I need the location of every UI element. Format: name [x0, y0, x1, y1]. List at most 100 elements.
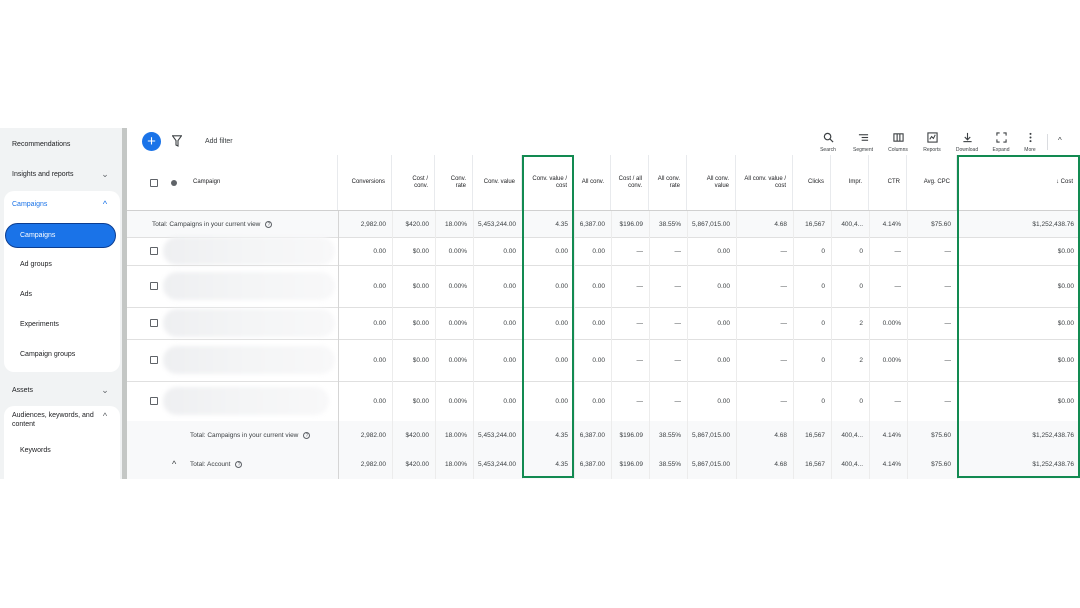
campaign-name-cell: Total: Campaigns in your current view? [127, 421, 338, 449]
help-icon[interactable]: ? [235, 460, 243, 468]
cell-avg-cpc: — [944, 319, 952, 327]
cell-all-conv-rate: 38.55% [658, 431, 681, 439]
column-header-all-conv-value-per-cost[interactable]: All conv. value / cost [736, 155, 793, 210]
cell-cost-per-conv: $420.00 [405, 460, 430, 468]
more-tool-button[interactable]: More [1012, 132, 1048, 153]
cell-conv-value-per-cost: 0.00 [555, 247, 568, 255]
help-icon[interactable]: ? [265, 220, 273, 228]
cell-conv-value-per-cost: 0.00 [555, 356, 568, 364]
cell-cost: $1,252,438.76 [1032, 431, 1074, 439]
sidebar-item-insights[interactable]: Insights and reports ⌄ [0, 168, 122, 180]
campaign-name-cell[interactable] [127, 381, 338, 421]
cell-ctr: 4.14% [882, 220, 901, 228]
column-header-ctr[interactable]: CTR [869, 155, 907, 210]
chevron-up-icon[interactable]: ^ [172, 459, 176, 469]
cell-conversions: 2,982.00 [360, 220, 386, 228]
cell-conversions: 2,982.00 [360, 431, 386, 439]
column-header-campaign[interactable]: Campaign [127, 155, 338, 210]
sidebar-subitem-keywords[interactable]: Keywords [20, 447, 51, 454]
redacted-campaign-name [163, 309, 335, 337]
column-header-label: Cost / all conv. [618, 175, 642, 189]
total-row: Total: Campaigns in your current view? 2,… [127, 211, 1080, 237]
sidebar-subitem-ads[interactable]: Ads [20, 291, 32, 298]
cell-all-conv-value-per-cost: 4.68 [774, 220, 787, 228]
sidebar-item-recommendations[interactable]: Recommendations [0, 138, 122, 150]
cell-cost: $0.00 [1057, 247, 1074, 255]
column-header-all-conv[interactable]: All conv. [574, 155, 611, 210]
chevron-down-icon: ⌄ [101, 384, 109, 395]
campaign-name-cell[interactable] [127, 339, 338, 381]
table-row[interactable]: 0.00 $0.00 0.00% 0.00 0.00 0.00 — — 0.00 — 0 2 0.00%… [127, 339, 1080, 381]
search-tool-button[interactable]: Search [810, 132, 846, 153]
cell-conv-rate: 0.00% [448, 247, 467, 255]
row-checkbox[interactable] [150, 247, 158, 255]
cell-all-conv-value: 0.00 [717, 397, 730, 405]
cell-conv-value-per-cost: 0.00 [555, 319, 568, 327]
table-row[interactable]: 0.00 $0.00 0.00% 0.00 0.00 0.00 — — 0.00 — 0 0 — — $0.… [127, 265, 1080, 307]
tool-label: More [1024, 147, 1036, 153]
table-row[interactable]: 0.00 $0.00 0.00% 0.00 0.00 0.00 — — 0.00 — 0 2 0.00%… [127, 307, 1080, 339]
cell-all-conv-rate: 38.55% [658, 220, 681, 228]
cell-cost-per-all-conv: $196.09 [619, 460, 644, 468]
table-row[interactable]: 0.00 $0.00 0.00% 0.00 0.00 0.00 — — 0.00 — 0 0 — — $0.… [127, 381, 1080, 421]
help-icon[interactable]: ? [303, 431, 311, 439]
row-checkbox[interactable] [150, 397, 158, 405]
campaign-name-cell[interactable] [127, 265, 338, 307]
sidebar-subitem-campaigns[interactable]: Campaigns [5, 223, 116, 248]
reports-icon [926, 132, 938, 143]
column-header-conversions[interactable]: Conversions [338, 155, 392, 210]
sidebar-item-campaigns[interactable]: Campaigns ^ [0, 198, 122, 210]
column-header-cost-per-all-conv[interactable]: Cost / all conv. [611, 155, 649, 210]
cell-conv-value-per-cost: 4.35 [555, 431, 568, 439]
sidebar-subitem-ad-groups[interactable]: Ad groups [20, 261, 52, 268]
redacted-campaign-name [163, 272, 335, 300]
segment-icon [858, 134, 868, 141]
column-header-clicks[interactable]: Clicks [793, 155, 831, 210]
select-all-checkbox[interactable] [150, 179, 158, 187]
cell-clicks: 16,567 [805, 220, 825, 228]
columns-tool-button[interactable]: Columns [880, 132, 916, 153]
campaign-name-cell[interactable] [127, 237, 338, 265]
row-checkbox[interactable] [150, 319, 158, 327]
search-icon [823, 132, 834, 143]
campaign-name-cell: ^ Total: Account? [127, 449, 338, 479]
column-header-conv-value-per-cost[interactable]: Conv. value / cost [522, 155, 574, 210]
filter-icon[interactable] [172, 135, 182, 147]
total-row: Total: Campaigns in your current view? 2,… [127, 421, 1080, 449]
chevron-up-icon[interactable]: ^ [1058, 136, 1062, 145]
sidebar-item-audiences[interactable]: Audiences, keywords, and content ^ [0, 411, 122, 429]
column-header-impr[interactable]: Impr. [831, 155, 869, 210]
cell-cost-per-conv: $0.00 [412, 282, 429, 290]
download-tool-button[interactable]: Download [949, 132, 985, 153]
table-row[interactable]: 0.00 $0.00 0.00% 0.00 0.00 0.00 — — 0.00 — 0 0 — — $0.… [127, 237, 1080, 265]
column-header-avg-cpc[interactable]: Avg. CPC [907, 155, 957, 210]
column-header-cost[interactable]: ↓ Cost [957, 155, 1080, 210]
cell-conv-rate: 0.00% [448, 319, 467, 327]
column-header-all-conv-value[interactable]: All conv. value [687, 155, 736, 210]
column-header-cost-per-conv[interactable]: Cost / conv. [392, 155, 435, 210]
row-checkbox[interactable] [150, 356, 158, 364]
cell-all-conv: 0.00 [592, 319, 605, 327]
column-header-conv-value[interactable]: Conv. value [473, 155, 522, 210]
sidebar-subitem-campaign-groups[interactable]: Campaign groups [20, 351, 75, 358]
cell-conv-rate: 0.00% [448, 282, 467, 290]
sidebar-item-assets[interactable]: Assets ⌄ [0, 384, 122, 396]
cell-cost-per-conv: $0.00 [412, 397, 429, 405]
column-header-label: Impr. [848, 179, 862, 185]
column-header-label: All conv. [581, 179, 604, 185]
row-checkbox[interactable] [150, 282, 158, 290]
cell-conv-value: 0.00 [503, 397, 516, 405]
add-campaign-button[interactable]: + [142, 132, 161, 151]
cell-all-conv-value: 5,867,015.00 [692, 460, 730, 468]
cell-cost-per-all-conv: $196.09 [619, 431, 644, 439]
campaign-name-cell[interactable] [127, 307, 338, 339]
add-filter-link[interactable]: Add filter [205, 138, 233, 145]
segment-tool-button[interactable]: Segment [845, 132, 881, 153]
cell-all-conv-rate: — [674, 397, 682, 405]
reports-tool-button[interactable]: Reports [914, 132, 950, 153]
column-header-label: CTR [887, 179, 900, 185]
column-header-all-conv-rate[interactable]: All conv. rate [649, 155, 687, 210]
cell-clicks: 0 [821, 282, 825, 290]
column-header-conv-rate[interactable]: Conv. rate [435, 155, 473, 210]
sidebar-subitem-experiments[interactable]: Experiments [20, 321, 59, 328]
